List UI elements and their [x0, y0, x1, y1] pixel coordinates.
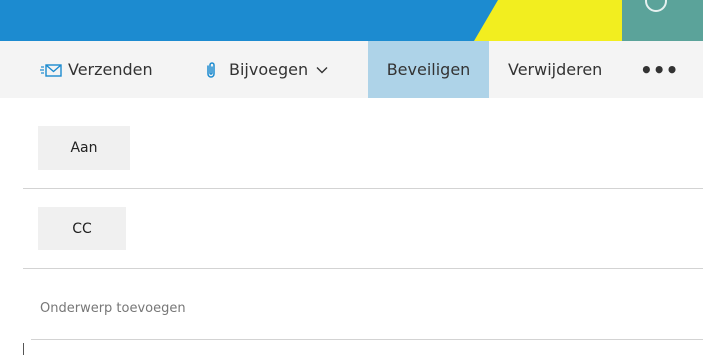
subject-input[interactable]: Onderwerp toevoegen	[40, 301, 186, 316]
chevron-down-icon[interactable]	[316, 66, 328, 74]
to-label: Aan	[70, 140, 98, 156]
attach-label: Bijvoegen	[229, 60, 309, 79]
banner-yellow-segment	[474, 0, 624, 41]
send-mail-icon	[40, 62, 62, 78]
cc-label: CC	[72, 220, 92, 237]
divider	[23, 268, 703, 269]
to-button[interactable]: Aan	[38, 126, 130, 170]
secure-label: Beveiligen	[386, 60, 471, 79]
top-banner	[0, 0, 703, 41]
divider	[23, 188, 703, 189]
delete-label: Verwijderen	[508, 60, 603, 79]
body-caret	[23, 343, 24, 355]
attach-button[interactable]: Bijvoegen	[205, 41, 328, 98]
secure-button[interactable]: Beveiligen	[368, 41, 489, 98]
send-button[interactable]: Verzenden	[40, 41, 153, 98]
divider	[31, 339, 703, 340]
paperclip-icon	[205, 61, 217, 79]
cc-button[interactable]: CC	[38, 207, 126, 250]
send-label: Verzenden	[68, 60, 153, 79]
more-options-button[interactable]: •••	[640, 41, 678, 98]
compose-toolbar: Verzenden Bijvoegen Beveiligen Verwijder…	[0, 41, 703, 98]
delete-button[interactable]: Verwijderen	[508, 41, 602, 98]
ellipsis-icon: •••	[640, 57, 679, 82]
